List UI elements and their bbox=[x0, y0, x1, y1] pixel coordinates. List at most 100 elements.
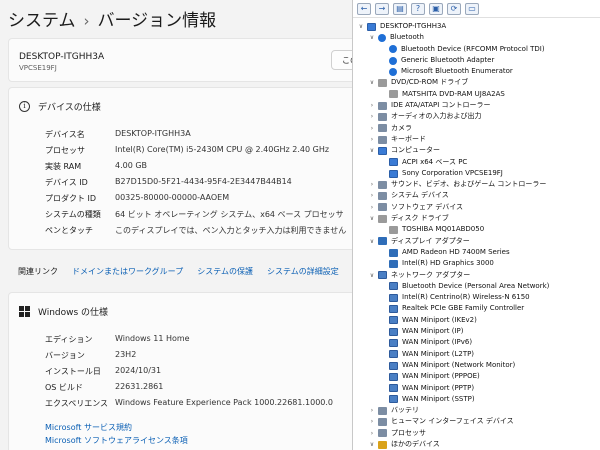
tree-device[interactable]: WAN Miniport (IPv6) bbox=[353, 337, 549, 348]
tree-category[interactable]: ∨ DVD/CD-ROM ドライブ bbox=[353, 77, 549, 88]
device-name-card: DESKTOP-ITGHH3A VPCSE19FJ この bbox=[8, 38, 352, 82]
spec-value: 22631.2861 bbox=[115, 382, 164, 391]
gen-device-icon bbox=[378, 101, 387, 110]
link-advanced-system-settings[interactable]: システムの詳細設定 bbox=[267, 266, 339, 277]
spec-value: 64 ビット オペレーティング システム、x64 ベース プロセッサ bbox=[115, 210, 344, 219]
spec-key: エクスペリエンス bbox=[45, 399, 109, 408]
tree-category[interactable]: ∨ ほかのデバイス bbox=[353, 439, 549, 450]
device-spec-header[interactable]: i デバイスの仕様 bbox=[19, 100, 101, 113]
monitor-icon[interactable]: ▭ bbox=[465, 2, 479, 15]
spec-key: デバイス名 bbox=[45, 130, 85, 139]
spec-value: Windows 11 Home bbox=[115, 334, 190, 343]
spec-value: DESKTOP-ITGHH3A bbox=[115, 129, 191, 138]
tree-root[interactable]: ∨ DESKTOP-ITGHH3A bbox=[353, 21, 549, 32]
chevron-right-icon[interactable]: › bbox=[368, 179, 376, 190]
forward-icon[interactable]: → bbox=[375, 2, 389, 15]
tree-device[interactable]: WAN Miniport (PPTP) bbox=[353, 383, 549, 394]
tree-device[interactable]: WAN Miniport (L2TP) bbox=[353, 349, 549, 360]
settings-pane: システム › バージョン情報 DESKTOP-ITGHH3A VPCSE19FJ こ… bbox=[0, 0, 352, 450]
breadcrumb-system[interactable]: システム bbox=[8, 11, 76, 31]
update-driver-icon[interactable]: ▣ bbox=[429, 2, 443, 15]
disp-device-icon bbox=[389, 248, 398, 257]
device-name: DESKTOP-ITGHH3A bbox=[19, 52, 105, 62]
device-model: VPCSE19FJ bbox=[19, 64, 57, 72]
chevron-right-icon[interactable]: › bbox=[368, 100, 376, 111]
bt-device-icon bbox=[378, 33, 386, 42]
tree-device[interactable]: TOSHIBA MQ01ABD050 bbox=[353, 224, 549, 235]
tree-label: WAN Miniport (SSTP) bbox=[402, 394, 475, 403]
tree-category[interactable]: ∨ コンピューター bbox=[353, 145, 549, 156]
tree-device[interactable]: WAN Miniport (PPPOE) bbox=[353, 371, 549, 382]
chevron-right-icon[interactable]: › bbox=[368, 134, 376, 145]
tree-device[interactable]: WAN Miniport (SSTP) bbox=[353, 394, 549, 405]
link-service-agreement[interactable]: Microsoft サービス規約 bbox=[45, 421, 188, 434]
windows-spec-list: エディション Windows 11 Home バージョン 23H2 インストール日 202… bbox=[45, 334, 333, 414]
tree-category[interactable]: › サウンド、ビデオ、およびゲーム コントローラー bbox=[353, 179, 549, 190]
spec-key: ペンとタッチ bbox=[45, 226, 93, 235]
bt-device-icon bbox=[389, 45, 397, 54]
tree-device[interactable]: Sony Corporation VPCSE19FJ bbox=[353, 168, 549, 179]
link-license-terms[interactable]: Microsoft ソフトウェアライセンス条項 bbox=[45, 434, 188, 447]
windows-logo-icon bbox=[19, 306, 30, 317]
tree-category[interactable]: › キーボード bbox=[353, 134, 549, 145]
chevron-right-icon[interactable]: › bbox=[368, 190, 376, 201]
tree-device[interactable]: WAN Miniport (IKEv2) bbox=[353, 315, 549, 326]
tree-device[interactable]: Microsoft Bluetooth Enumerator bbox=[353, 66, 549, 77]
tree-label: Bluetooth Device (RFCOMM Protocol TDI) bbox=[401, 44, 545, 53]
tree-category[interactable]: › バッテリ bbox=[353, 405, 549, 416]
chevron-down-icon[interactable]: ∨ bbox=[368, 270, 376, 281]
chevron-down-icon[interactable]: ∨ bbox=[368, 213, 376, 224]
tree-label: WAN Miniport (IP) bbox=[402, 327, 464, 336]
tree-device[interactable]: Intel(R) Centrino(R) Wireless-N 6150 bbox=[353, 292, 549, 303]
windows-spec-heading: Windows の仕様 bbox=[38, 308, 109, 318]
tree-category[interactable]: › ソフトウェア デバイス bbox=[353, 202, 549, 213]
tree-device[interactable]: Intel(R) HD Graphics 3000 bbox=[353, 258, 549, 269]
chevron-down-icon[interactable]: ∨ bbox=[368, 32, 376, 43]
gen-device-icon bbox=[378, 429, 387, 438]
back-icon[interactable]: ← bbox=[357, 2, 371, 15]
device-tree: ∨ DESKTOP-ITGHH3A ∨ Bluetooth Bluetooth Devi… bbox=[353, 21, 549, 450]
tree-category[interactable]: › ヒューマン インターフェイス デバイス bbox=[353, 416, 549, 427]
chevron-right-icon[interactable]: › bbox=[368, 202, 376, 213]
tree-category[interactable]: › プロセッサ bbox=[353, 428, 549, 439]
tree-device[interactable]: Realtek PCIe GBE Family Controller bbox=[353, 303, 549, 314]
tree-category[interactable]: ∨ ネットワーク アダプター bbox=[353, 270, 549, 281]
tree-device[interactable]: MATSHITA DVD-RAM UJ8A2AS bbox=[353, 89, 549, 100]
spec-row: バージョン 23H2 bbox=[45, 350, 333, 366]
help-icon[interactable]: ? bbox=[411, 2, 425, 15]
tree-category[interactable]: › オーディオの入力および出力 bbox=[353, 111, 549, 122]
chevron-right-icon[interactable]: › bbox=[368, 405, 376, 416]
net-device-icon bbox=[378, 271, 387, 280]
chevron-right-icon[interactable]: › bbox=[368, 428, 376, 439]
tree-category[interactable]: › カメラ bbox=[353, 123, 549, 134]
chevron-down-icon[interactable]: ∨ bbox=[368, 145, 376, 156]
tree-device[interactable]: Bluetooth Device (RFCOMM Protocol TDI) bbox=[353, 44, 549, 55]
chevron-down-icon[interactable]: ∨ bbox=[357, 21, 365, 32]
tree-category[interactable]: › IDE ATA/ATAPI コントローラー bbox=[353, 100, 549, 111]
spec-value: B27D15D0-5F21-4434-95F4-2E3447B44B14 bbox=[115, 177, 292, 186]
tree-category[interactable]: ∨ Bluetooth bbox=[353, 32, 549, 43]
link-system-protection[interactable]: システムの保護 bbox=[197, 266, 253, 277]
tree-category[interactable]: ∨ ディスク ドライブ bbox=[353, 213, 549, 224]
link-domain-workgroup[interactable]: ドメインまたはワークグループ bbox=[72, 266, 183, 277]
tree-category[interactable]: › システム デバイス bbox=[353, 190, 549, 201]
tree-device[interactable]: WAN Miniport (IP) bbox=[353, 326, 549, 337]
spec-row: 実装 RAM 4.00 GB bbox=[45, 161, 346, 177]
tree-device[interactable]: Generic Bluetooth Adapter bbox=[353, 55, 549, 66]
chevron-down-icon[interactable]: ∨ bbox=[368, 236, 376, 247]
rename-button[interactable]: この bbox=[331, 50, 352, 70]
chevron-down-icon[interactable]: ∨ bbox=[368, 439, 376, 450]
tree-device[interactable]: AMD Radeon HD 7400M Series bbox=[353, 247, 549, 258]
chevron-right-icon[interactable]: › bbox=[368, 111, 376, 122]
tree-device[interactable]: Bluetooth Device (Personal Area Network) bbox=[353, 281, 549, 292]
chevron-right-icon[interactable]: › bbox=[368, 416, 376, 427]
properties-icon[interactable]: ▤ bbox=[393, 2, 407, 15]
tree-device[interactable]: WAN Miniport (Network Monitor) bbox=[353, 360, 549, 371]
tree-category[interactable]: ∨ ディスプレイ アダプター bbox=[353, 236, 549, 247]
chevron-down-icon[interactable]: ∨ bbox=[368, 77, 376, 88]
scan-icon[interactable]: ⟳ bbox=[447, 2, 461, 15]
tree-device[interactable]: ACPI x64 ベース PC bbox=[353, 157, 549, 168]
windows-spec-header[interactable]: Windows の仕様 bbox=[19, 305, 108, 318]
chevron-right-icon[interactable]: › bbox=[368, 123, 376, 134]
windows-spec-card: Windows の仕様 エディション Windows 11 Home バージョン 23… bbox=[8, 292, 352, 450]
